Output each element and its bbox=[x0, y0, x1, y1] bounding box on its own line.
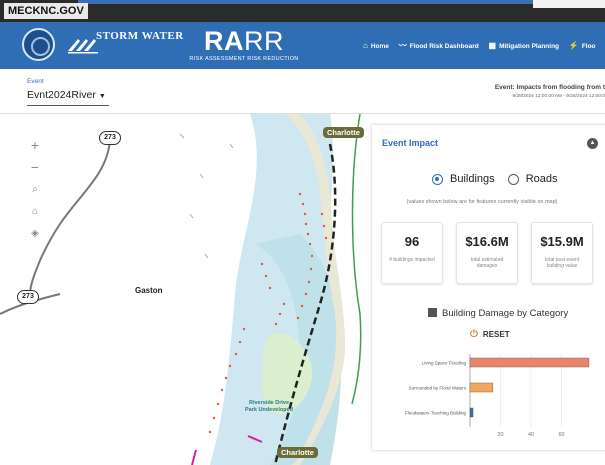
route-shield-left: 273 bbox=[17, 290, 39, 304]
nav-mitigation-planning[interactable]: ▦ Mitigation Planning bbox=[489, 41, 560, 50]
stat-value: 96 bbox=[404, 234, 420, 249]
map-texture bbox=[179, 133, 234, 259]
browser-topbar: MECKNC.GOV bbox=[0, 0, 605, 22]
radio-unchecked-icon bbox=[507, 173, 519, 185]
chart-category-label: Surrounded by Flood Waters bbox=[409, 386, 467, 391]
event-title: Event: Impacts from flooding from t bbox=[494, 84, 605, 91]
event-label: Event bbox=[27, 78, 44, 85]
chart-category-label: Living Space Flooding bbox=[422, 361, 467, 366]
app-name-bold: RA bbox=[204, 26, 244, 56]
chart-tick-label: 60 bbox=[558, 432, 564, 438]
zoom-out-button[interactable]: − bbox=[24, 156, 46, 178]
home-icon: ⌂ bbox=[363, 41, 368, 50]
park-label: Riverside Drive Park Undeveloped bbox=[245, 400, 293, 413]
nav-home[interactable]: ⌂ Home bbox=[363, 41, 389, 50]
trend-icon: 〰 bbox=[398, 41, 407, 50]
map-controls: + − ⌕ ⌂ ◈ bbox=[24, 134, 46, 244]
stat-card-damages: $16.6M total estimated damages bbox=[456, 222, 518, 284]
chart-bar bbox=[469, 382, 494, 393]
search-icon[interactable]: ⌕ bbox=[24, 178, 46, 200]
chart-bar bbox=[469, 357, 590, 368]
storm-water-text: STORM WATER bbox=[96, 30, 184, 42]
place-label-gaston: Gaston bbox=[135, 286, 163, 295]
stat-card-post-event-value: $15.9M total post-event building value bbox=[531, 222, 593, 284]
lightning-icon: ⚡ bbox=[568, 41, 579, 50]
top-right-box bbox=[533, 0, 605, 8]
event-select[interactable]: Evnt2024River ▼ bbox=[27, 89, 106, 101]
collapse-button[interactable]: ▲ bbox=[587, 138, 598, 149]
damage-bar-chart: 20 40 60 Living Space Flooding Surrounded by… bbox=[405, 354, 590, 438]
app-name-light: RR bbox=[244, 26, 284, 56]
home-icon[interactable]: ⌂ bbox=[24, 200, 46, 222]
app-header: STORM WATER RARR RISK ASSESSMENT RISK RE… bbox=[0, 22, 605, 69]
event-dates: 9/28/2024 12:00:00 AM - 9/28/2024 12:00:… bbox=[512, 94, 605, 99]
radio-buildings[interactable]: Buildings bbox=[432, 173, 495, 185]
chart-bar bbox=[469, 407, 474, 418]
reset-label: RESET bbox=[482, 330, 510, 339]
main-nav: ⌂ Home 〰 Flood Risk Dashboard ▦ Mitigation … bbox=[363, 40, 604, 51]
nav-mitigation-label: Mitigation Planning bbox=[499, 43, 560, 50]
highlight-segment-2 bbox=[191, 449, 197, 465]
chart-title-text: Building Damage by Category bbox=[442, 308, 569, 319]
feature-type-radios: Buildings Roads bbox=[432, 173, 568, 188]
zoom-in-button[interactable]: + bbox=[24, 134, 46, 156]
city-label-bottom: Charlotte bbox=[277, 447, 318, 458]
event-bar: Event Evnt2024River ▼ Event: Impacts from… bbox=[0, 69, 605, 114]
table-icon bbox=[428, 308, 437, 317]
top-accent-line bbox=[78, 0, 533, 4]
event-select-value: Evnt2024River bbox=[27, 89, 96, 101]
chevron-down-icon: ▼ bbox=[98, 93, 106, 100]
chart-tick-label: 40 bbox=[528, 432, 534, 438]
layers-icon[interactable]: ◈ bbox=[24, 222, 46, 244]
stat-value: $16.6M bbox=[465, 234, 509, 249]
green-boundary-line bbox=[351, 114, 362, 405]
panel-title: Event Impact bbox=[382, 138, 439, 148]
nav-flood-label: Floo bbox=[581, 43, 596, 50]
stat-label: total estimated damages bbox=[470, 257, 504, 269]
nav-flood-risk-label: Flood Risk Dashboard bbox=[409, 43, 479, 50]
reset-button[interactable]: ⏻ RESET bbox=[470, 329, 510, 340]
radio-roads-label: Roads bbox=[525, 173, 558, 185]
building-icon: ▦ bbox=[488, 41, 497, 50]
app-title[interactable]: RARR RISK ASSESSMENT RISK REDUCTION bbox=[174, 27, 314, 63]
app-subtitle: RISK ASSESSMENT RISK REDUCTION bbox=[189, 56, 299, 62]
stat-card-buildings: 96 # buildings impacted bbox=[381, 222, 443, 284]
radio-checked-icon bbox=[432, 173, 443, 185]
reset-icon: ⏻ bbox=[470, 329, 478, 340]
site-link[interactable]: MECKNC.GOV bbox=[4, 3, 88, 19]
county-seal-logo[interactable] bbox=[22, 28, 55, 61]
route-shield-top: 273 bbox=[99, 131, 121, 145]
stat-label: total post-event building value bbox=[544, 257, 580, 269]
panel-note: (values shown below are for features cur… bbox=[406, 199, 558, 205]
stat-label: # buildings impacted bbox=[389, 257, 435, 263]
chart-title: Building Damage by Category bbox=[428, 308, 568, 319]
chart-category-label: Floodwaters Touching Building bbox=[405, 411, 466, 416]
nav-home-label: Home bbox=[370, 43, 389, 50]
city-label-top: Charlotte bbox=[323, 127, 364, 138]
chart-tick-label: 20 bbox=[497, 432, 503, 438]
radio-roads[interactable]: Roads bbox=[507, 173, 558, 185]
event-select-underline bbox=[27, 105, 109, 106]
event-impact-panel: Event Impact ▲ Buildings Roads (values s… bbox=[372, 125, 605, 450]
nav-flood-risk-dashboard[interactable]: 〰 Flood Risk Dashboard bbox=[399, 40, 479, 51]
radio-buildings-label: Buildings bbox=[450, 173, 495, 185]
stat-value: $15.9M bbox=[540, 234, 584, 249]
nav-flood[interactable]: ⚡ Floo bbox=[569, 41, 596, 50]
